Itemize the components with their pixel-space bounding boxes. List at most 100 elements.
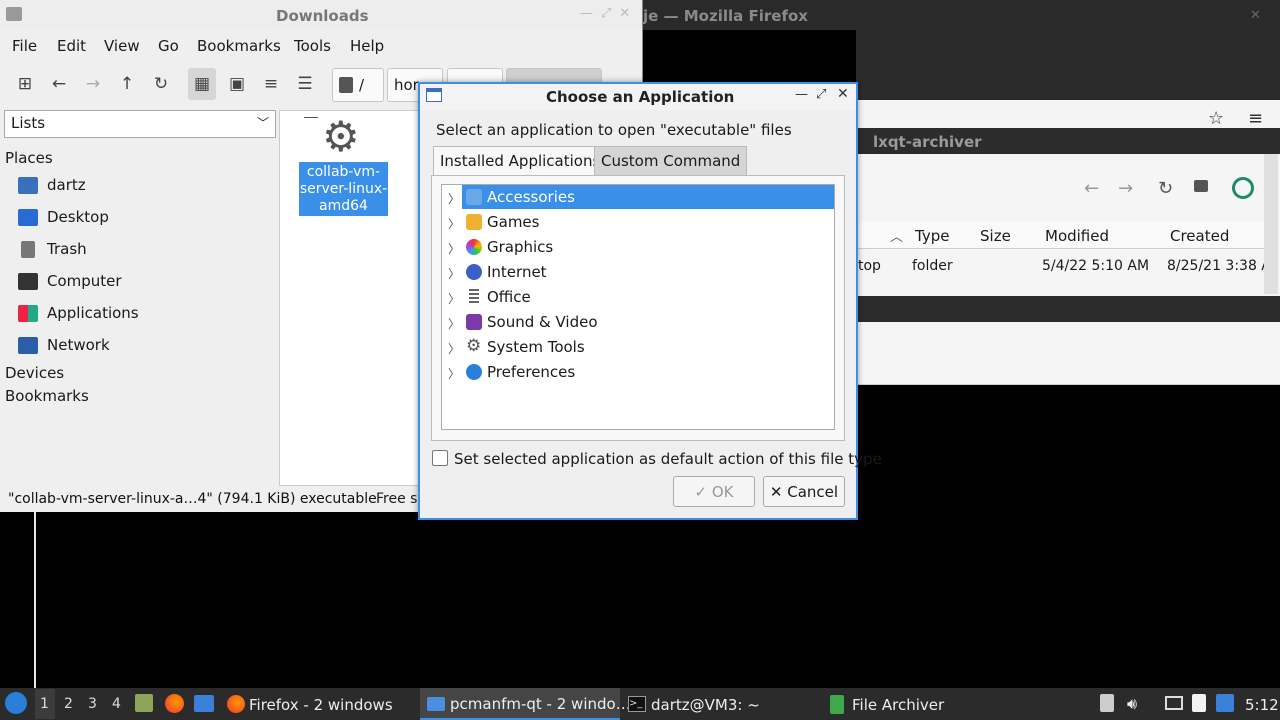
eject-icon[interactable] xyxy=(1100,694,1114,712)
sidebar-item-computer[interactable]: Computer xyxy=(0,267,276,297)
window-menu-icon[interactable] xyxy=(6,7,22,21)
filemanager-title: Downloads xyxy=(276,7,369,25)
ok-button[interactable]: ✓ OK xyxy=(673,476,755,507)
expand-arrow-icon[interactable]: 〉 xyxy=(448,265,460,282)
file-manager-launcher-icon[interactable] xyxy=(135,694,153,712)
category-internet[interactable]: Internet xyxy=(462,260,834,284)
compact-view-icon[interactable]: ≡ xyxy=(257,70,285,98)
category-preferences[interactable]: Preferences xyxy=(462,360,834,384)
menu-bookmarks[interactable]: Bookmarks xyxy=(197,37,281,55)
menu-go[interactable]: Go xyxy=(158,37,179,55)
menu-tools[interactable]: Tools xyxy=(294,37,331,55)
reload-icon[interactable]: ↻ xyxy=(147,70,175,98)
clock[interactable]: 5:12 xyxy=(1245,696,1279,714)
screen-icon[interactable] xyxy=(1165,696,1183,710)
firefox-window-controls[interactable]: ✕ xyxy=(1250,8,1261,23)
show-desktop-icon[interactable] xyxy=(194,695,214,712)
desktop-1[interactable]: 1 xyxy=(40,696,49,712)
expand-arrow-icon[interactable]: 〉 xyxy=(448,365,460,382)
update-notifier-icon[interactable] xyxy=(1216,694,1234,712)
task-pcmanfm[interactable]: pcmanfm-qt - 2 windo… xyxy=(420,688,631,720)
sidebar-item-trash[interactable]: Trash xyxy=(0,235,276,265)
path-root[interactable]: / xyxy=(332,68,384,102)
window-controls[interactable]: —⤢✕ xyxy=(580,6,638,21)
archiver-reload-icon[interactable]: ↻ xyxy=(1158,178,1173,199)
menu-file[interactable]: File xyxy=(12,37,37,55)
archiver-forward-icon[interactable]: → xyxy=(1118,178,1133,199)
cancel-button[interactable]: ✕ Cancel xyxy=(763,476,845,507)
icon-view-icon[interactable]: ▦ xyxy=(188,68,216,100)
category-accessories[interactable]: Accessories xyxy=(462,185,834,209)
dialog-window-icon xyxy=(426,88,442,102)
back-icon[interactable]: ← xyxy=(45,70,73,98)
sidebar-item-desktop[interactable]: Desktop xyxy=(0,203,276,233)
row-name[interactable]: top xyxy=(858,258,881,274)
menu-edit[interactable]: Edit xyxy=(57,37,86,55)
volume-icon[interactable]: 🔊︎ xyxy=(1127,694,1137,714)
side-pane-mode-select[interactable]: Lists ﹀ xyxy=(4,110,276,138)
category-sound-video[interactable]: Sound & Video xyxy=(462,310,834,334)
col-size[interactable]: Size xyxy=(980,227,1011,245)
path-home-label: hor xyxy=(394,76,419,94)
desktop-2[interactable]: 2 xyxy=(64,696,73,712)
free-space-text: Free s xyxy=(376,491,418,507)
bookmark-star-icon[interactable]: ☆ xyxy=(1208,108,1224,129)
category-games[interactable]: Games xyxy=(462,210,834,234)
desktop-3[interactable]: 3 xyxy=(88,696,97,712)
bookmarks-header[interactable]: Bookmarks xyxy=(5,387,89,405)
col-type[interactable]: Type xyxy=(915,227,949,245)
col-modified[interactable]: Modified xyxy=(1045,227,1109,245)
up-icon[interactable]: ↑ xyxy=(113,70,141,98)
menu-help[interactable]: Help xyxy=(350,37,384,55)
task-archiver[interactable]: File Archiver xyxy=(822,688,1018,720)
minimize-icon[interactable]: — xyxy=(795,87,808,102)
office-icon xyxy=(469,289,479,305)
desktop-4[interactable]: 4 xyxy=(112,696,121,712)
internet-icon xyxy=(466,264,482,280)
tab-installed-applications[interactable]: Installed Applications xyxy=(433,146,608,176)
expand-arrow-icon[interactable]: 〉 xyxy=(448,315,460,332)
desktop-icon xyxy=(18,209,38,226)
sidebar-item-applications[interactable]: Applications xyxy=(0,299,276,329)
firefox-launcher-icon[interactable] xyxy=(165,694,184,713)
new-tab-icon[interactable]: ⊞ xyxy=(11,70,39,98)
archiver-back-icon[interactable]: ← xyxy=(1084,178,1099,199)
expand-arrow-icon[interactable]: 〉 xyxy=(448,290,460,307)
thumbnail-view-icon[interactable]: ▣ xyxy=(223,70,251,98)
start-menu-icon[interactable] xyxy=(5,692,27,714)
sidebar-item-home[interactable]: dartz xyxy=(0,171,276,201)
maximize-icon[interactable]: ⤢ xyxy=(816,87,826,102)
task-label: dartz@VM3: ~ xyxy=(651,696,760,714)
devices-header[interactable]: Devices xyxy=(5,364,64,382)
clipboard-icon[interactable] xyxy=(1192,694,1206,712)
network-icon xyxy=(18,337,38,354)
category-label: Accessories xyxy=(487,188,575,206)
col-created[interactable]: Created xyxy=(1170,227,1229,245)
archiver-newfolder-icon[interactable] xyxy=(1194,180,1208,192)
file-item[interactable]: collab-vm- server-linux- amd64 xyxy=(299,162,388,216)
close-icon[interactable]: ✕ xyxy=(837,86,849,102)
task-terminal[interactable]: >_ dartz@VM3: ~ xyxy=(622,688,818,720)
tab-custom-command[interactable]: Custom Command xyxy=(594,146,748,176)
default-action-checkbox[interactable] xyxy=(432,450,448,466)
category-graphics[interactable]: Graphics xyxy=(462,235,834,259)
archiver-scrollbar[interactable] xyxy=(1264,154,1278,294)
task-firefox[interactable]: Firefox - 2 windows xyxy=(222,688,418,720)
drive-icon xyxy=(339,77,353,93)
expand-arrow-icon[interactable]: 〉 xyxy=(448,190,460,207)
sidebar-item-network[interactable]: Network xyxy=(0,331,276,361)
category-office[interactable]: Office xyxy=(462,285,834,309)
forward-icon[interactable]: → xyxy=(79,70,107,98)
detail-view-icon[interactable]: ☰ xyxy=(291,70,319,98)
expand-arrow-icon[interactable]: 〉 xyxy=(448,240,460,257)
task-label: Firefox - 2 windows xyxy=(249,696,393,714)
menu-view[interactable]: View xyxy=(104,37,140,55)
task-label: pcmanfm-qt - 2 windo… xyxy=(450,695,631,713)
menu-icon[interactable]: ≡ xyxy=(1248,108,1263,129)
category-label: Preferences xyxy=(487,363,576,381)
status-text: "collab-vm-server-linux-a…4" (794.1 KiB)… xyxy=(8,491,377,507)
category-system-tools[interactable]: ⚙ System Tools xyxy=(462,335,834,359)
firefox-dark-area xyxy=(856,30,1280,100)
expand-arrow-icon[interactable]: 〉 xyxy=(448,215,460,232)
expand-arrow-icon[interactable]: 〉 xyxy=(448,340,460,357)
